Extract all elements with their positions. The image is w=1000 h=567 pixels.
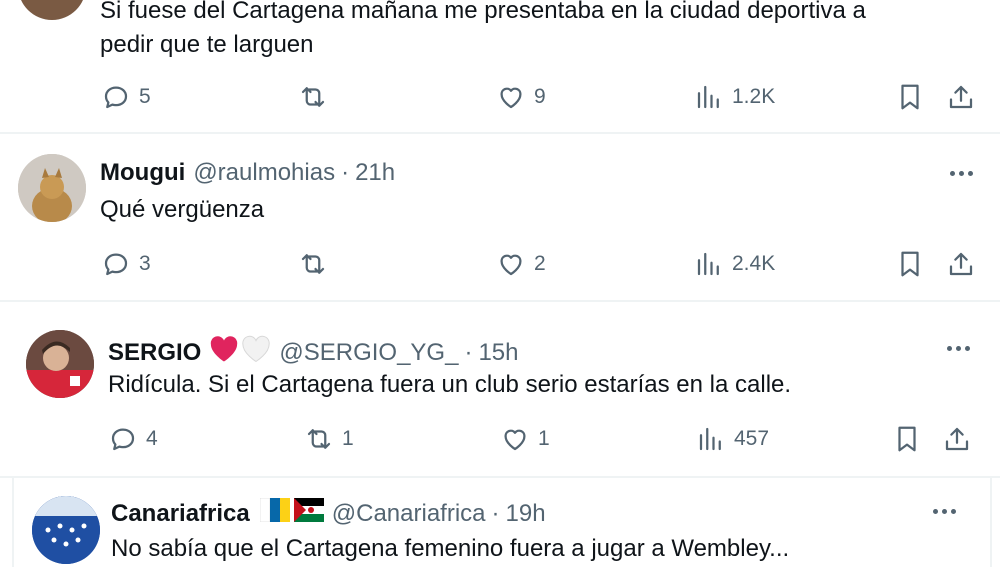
tweet-text: Si fuese del Cartagena mañana me present…	[100, 0, 866, 62]
avatar[interactable]	[18, 154, 86, 222]
tweet-text: Qué vergüenza	[100, 196, 265, 223]
user-handle[interactable]: @SERGIO_YG_	[279, 339, 458, 367]
like-button[interactable]: 9	[496, 82, 546, 112]
like-button[interactable]: 2	[496, 249, 546, 279]
tweet-text-line: pedir que te larguen	[100, 31, 314, 58]
separator	[0, 300, 1000, 302]
timestamp[interactable]: 19h	[506, 500, 546, 528]
more-dot	[967, 170, 973, 176]
more-dot	[946, 345, 952, 351]
retweet-icon	[307, 429, 331, 449]
like-count: 1	[538, 427, 550, 450]
tweet[interactable]: Mougui @raulmohias · 21h Qué vergüenza 3…	[0, 134, 1000, 300]
reply-count: 3	[139, 252, 151, 275]
user-handle[interactable]: @raulmohias	[193, 159, 335, 187]
red-heart-emoji	[209, 335, 239, 370]
retweet-button[interactable]	[298, 249, 336, 279]
reply-icon	[104, 86, 128, 109]
share-icon	[949, 252, 973, 276]
retweet-button[interactable]	[298, 82, 336, 112]
heart-icon	[500, 87, 522, 109]
reply-count: 4	[146, 427, 158, 450]
reply-button[interactable]: 3	[101, 249, 151, 279]
reply-button[interactable]: 5	[101, 82, 151, 112]
heart-icon	[504, 429, 526, 451]
western-sahara-flag-icon	[293, 498, 324, 529]
view-count: 2.4K	[732, 252, 776, 275]
retweet-button[interactable]: 1	[304, 424, 354, 454]
more-dot	[932, 508, 938, 514]
user-name[interactable]: SERGIO	[108, 339, 201, 367]
user-name[interactable]: Mougui	[100, 159, 185, 187]
share-button[interactable]	[942, 424, 972, 454]
views-button[interactable]: 457	[696, 424, 769, 454]
tweet-header: Canariafrica @Canariafrica · 19h	[111, 497, 546, 529]
analytics-icon	[699, 427, 721, 451]
share-button[interactable]	[946, 82, 976, 112]
more-dot	[941, 508, 947, 514]
share-button[interactable]	[946, 249, 976, 279]
more-options-button[interactable]	[943, 333, 973, 363]
avatar[interactable]	[18, 0, 86, 20]
more-dot	[964, 345, 970, 351]
user-handle[interactable]: @Canariafrica	[332, 500, 486, 528]
analytics-icon	[697, 85, 719, 109]
like-button[interactable]: 1	[500, 424, 550, 454]
tweet-text: No sabía que el Cartagena femenino fuera…	[111, 535, 790, 562]
reply-icon	[104, 253, 128, 276]
reply-button[interactable]: 4	[108, 424, 158, 454]
reply-count: 5	[139, 85, 151, 108]
retweet-icon	[301, 254, 325, 274]
bookmark-button[interactable]	[895, 249, 925, 279]
tweet-text-line: Si fuese del Cartagena mañana me present…	[100, 0, 866, 24]
heart-icon	[500, 254, 522, 276]
like-count: 2	[534, 252, 546, 275]
share-icon	[949, 85, 973, 109]
bookmark-icon	[901, 251, 919, 277]
views-button[interactable]: 1.2K	[694, 82, 775, 112]
more-dot	[949, 170, 955, 176]
more-dot	[958, 170, 964, 176]
avatar[interactable]	[26, 330, 94, 398]
timestamp[interactable]: 15h	[478, 339, 518, 367]
user-name[interactable]: Canariafrica	[111, 500, 250, 528]
like-count: 9	[534, 85, 546, 108]
bookmark-button[interactable]	[895, 82, 925, 112]
retweet-icon	[301, 87, 325, 107]
share-icon	[945, 427, 969, 451]
more-options-button[interactable]	[929, 496, 959, 526]
separator-dot: ·	[341, 159, 350, 186]
white-heart-emoji	[241, 335, 271, 370]
timestamp[interactable]: 21h	[355, 159, 395, 187]
tweet-text: Ridícula. Si el Cartagena fuera un club …	[108, 371, 792, 398]
tweet[interactable]: Si fuese del Cartagena mañana me present…	[0, 0, 1000, 132]
tweet[interactable]: SERGIO @SERGIO_YG_ · 15h Ridícula. Si el…	[8, 308, 1000, 476]
more-dot	[955, 345, 961, 351]
view-count: 1.2K	[732, 85, 776, 108]
bookmark-button[interactable]	[892, 424, 922, 454]
more-dot	[950, 508, 956, 514]
view-count: 457	[734, 427, 770, 450]
retweet-count: 1	[342, 427, 354, 450]
reply-icon	[111, 428, 135, 451]
tweet-header: Mougui @raulmohias · 21h	[100, 159, 395, 187]
separator-dot: ·	[464, 338, 473, 366]
views-button[interactable]: 2.4K	[694, 249, 775, 279]
bookmark-icon	[901, 84, 919, 110]
tweet[interactable]: Canariafrica @Canariafrica · 19h No sabí…	[12, 478, 992, 567]
avatar[interactable]	[32, 496, 100, 564]
canary-islands-flag-icon	[259, 497, 290, 529]
separator-dot: ·	[491, 499, 500, 527]
tweet-header: SERGIO @SERGIO_YG_ · 15h	[108, 335, 519, 370]
analytics-icon	[697, 252, 719, 276]
bookmark-icon	[898, 426, 916, 452]
more-options-button[interactable]	[946, 158, 976, 188]
